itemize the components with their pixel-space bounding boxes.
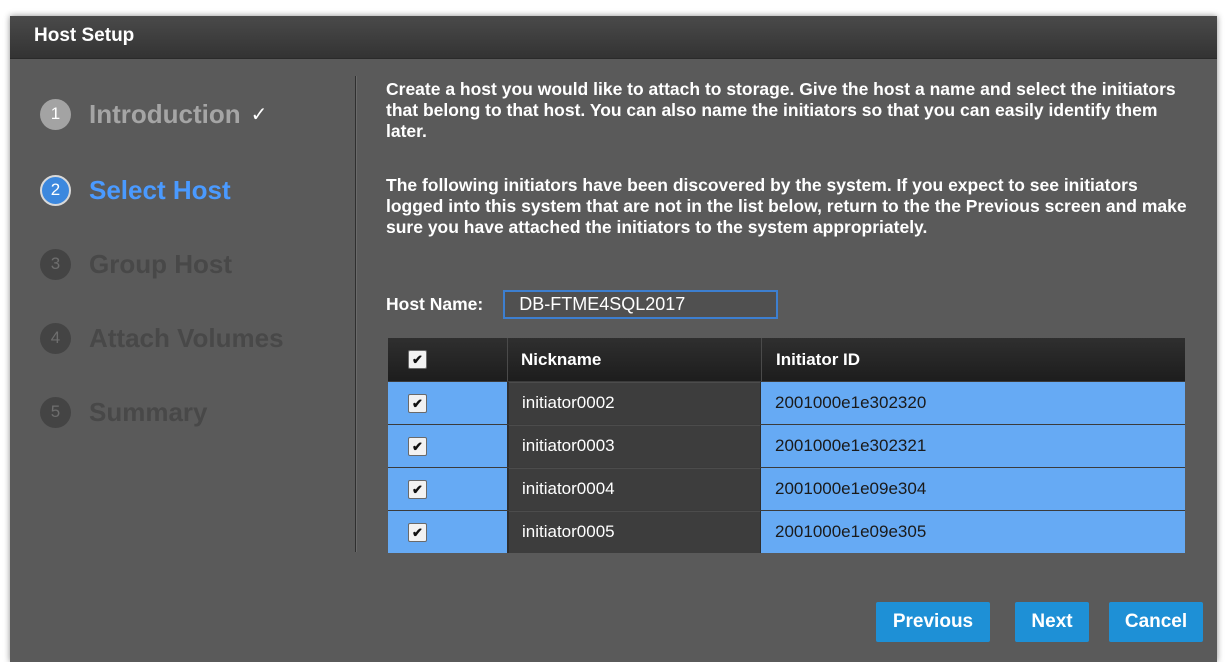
table-header: ✔ Nickname Initiator ID: [388, 338, 1185, 381]
nickname-cell[interactable]: initiator0002: [507, 382, 761, 424]
host-name-input[interactable]: [503, 290, 779, 319]
row-select-cell[interactable]: ✔: [388, 511, 507, 553]
discovery-text: The following initiators have been disco…: [386, 175, 1187, 237]
row-select-cell[interactable]: ✔: [388, 468, 507, 510]
initiator-id-cell: 2001000e1e302321: [761, 425, 1185, 467]
step-number: 4: [40, 322, 71, 354]
row-checkbox[interactable]: ✔: [408, 522, 427, 542]
row-checkbox[interactable]: ✔: [408, 479, 427, 499]
header-initiator-id[interactable]: Initiator ID: [761, 338, 1185, 381]
row-select-cell[interactable]: ✔: [388, 425, 507, 467]
header-nickname[interactable]: Nickname: [507, 338, 761, 381]
step-label: Summary: [89, 396, 208, 427]
cancel-button[interactable]: Cancel: [1109, 602, 1203, 642]
step-attach-volumes: 4 Attach Volumes: [40, 318, 284, 358]
row-checkbox[interactable]: ✔: [408, 393, 427, 413]
dialog-title: Host Setup: [10, 16, 1217, 59]
step-label: Attach Volumes: [89, 322, 284, 353]
previous-button[interactable]: Previous: [876, 602, 990, 642]
step-label: Introduction: [89, 98, 241, 129]
initiator-id-cell: 2001000e1e302320: [761, 382, 1185, 424]
step-introduction[interactable]: 1 Introduction ✓: [40, 94, 267, 134]
table-row[interactable]: ✔ initiator0002 2001000e1e302320: [388, 381, 1185, 424]
table-row[interactable]: ✔ initiator0005 2001000e1e09e305: [388, 510, 1185, 553]
initiator-id-cell: 2001000e1e09e304: [761, 468, 1185, 510]
host-setup-dialog: Host Setup 1 Introduction ✓ 2 Select Hos…: [10, 16, 1217, 662]
nickname-cell[interactable]: initiator0003: [507, 425, 761, 467]
step-number: 1: [40, 98, 71, 130]
initiator-id-cell: 2001000e1e09e305: [761, 511, 1185, 553]
select-all-checkbox[interactable]: ✔: [408, 350, 427, 369]
step-label: Select Host: [89, 174, 231, 205]
host-name-row: Host Name:: [386, 290, 779, 319]
host-name-label: Host Name:: [386, 294, 484, 314]
checkmark-icon: ✓: [250, 103, 268, 126]
step-group-host: 3 Group Host: [40, 244, 232, 284]
next-button[interactable]: Next: [1015, 602, 1089, 642]
header-select-cell[interactable]: ✔: [388, 338, 507, 381]
step-label: Group Host: [89, 248, 232, 279]
row-checkbox[interactable]: ✔: [408, 436, 427, 456]
step-number: 2: [40, 174, 71, 206]
nickname-cell[interactable]: initiator0004: [507, 468, 761, 510]
initiators-table: ✔ Nickname Initiator ID ✔ initiator0002 …: [388, 338, 1185, 553]
table-row[interactable]: ✔ initiator0004 2001000e1e09e304: [388, 467, 1185, 510]
divider: [355, 76, 357, 552]
nickname-cell[interactable]: initiator0005: [507, 511, 761, 553]
row-select-cell[interactable]: ✔: [388, 382, 507, 424]
step-number: 3: [40, 248, 71, 280]
step-select-host[interactable]: 2 Select Host: [40, 170, 231, 210]
step-number: 5: [40, 396, 71, 428]
table-row[interactable]: ✔ initiator0003 2001000e1e302321: [388, 424, 1185, 467]
intro-text: Create a host you would like to attach t…: [386, 79, 1176, 141]
step-summary: 5 Summary: [40, 392, 208, 432]
